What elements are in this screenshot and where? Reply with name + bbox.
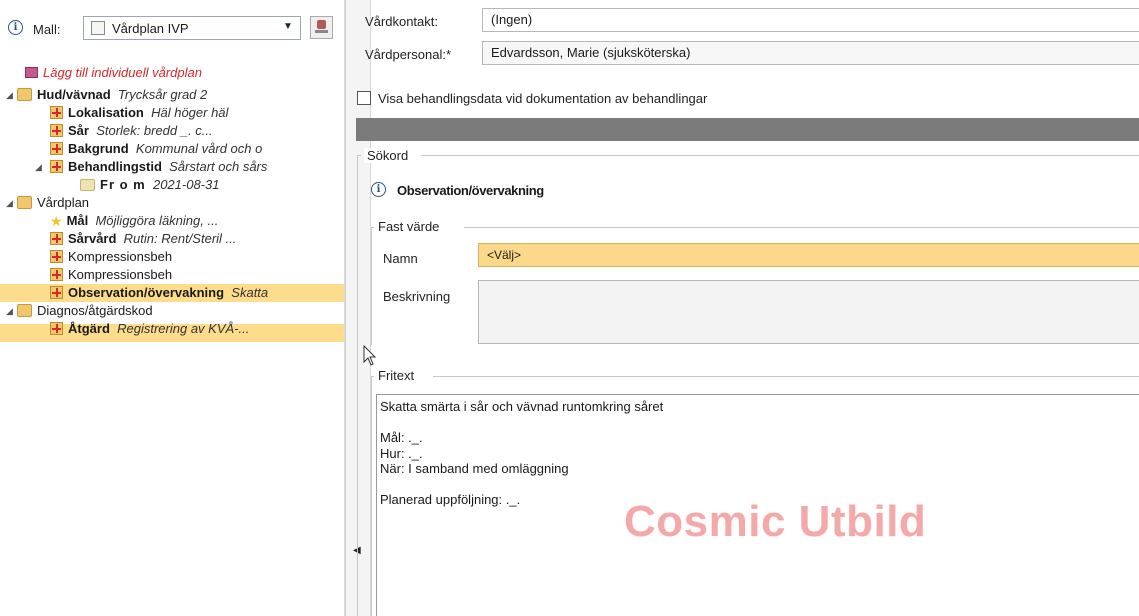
care-item-icon — [50, 124, 63, 137]
expander-icon[interactable]: ◢ — [6, 198, 13, 209]
date-icon — [80, 179, 95, 191]
care-item-icon — [50, 250, 63, 263]
right-panel: Vårdkontakt: (Ingen) Vårdpersonal:* Edva… — [356, 0, 1139, 616]
fritext-line: Hur: ._. — [380, 445, 423, 461]
section-title: Observation/övervakning — [397, 183, 544, 198]
vardpersonal-label: Vårdpersonal:* — [365, 47, 451, 62]
folder-icon — [17, 196, 32, 209]
chevron-down-icon[interactable]: ▼ — [283, 21, 293, 32]
tree-item-vardplan[interactable]: Vårdplan — [17, 194, 89, 212]
dark-header-bar — [356, 118, 1139, 141]
info-icon[interactable]: i — [8, 20, 23, 35]
tree-item-sarvard[interactable]: Sårvård Rutin: Rent/Steril ... — [50, 230, 236, 248]
mall-label: Mall: — [33, 22, 61, 37]
care-item-icon — [50, 106, 63, 119]
fritext-line — [380, 415, 1136, 431]
star-icon: ★ — [50, 213, 63, 229]
vardpersonal-field[interactable]: Edvardsson, Marie (sjuksköterska) — [482, 41, 1139, 65]
template-icon — [91, 21, 105, 35]
watermark-text: Cosmic Utbild — [624, 497, 927, 546]
mall-combobox[interactable]: Vårdplan IVP ▼ — [83, 16, 301, 40]
mall-value: Vårdplan IVP — [112, 21, 189, 36]
tree-item-mal[interactable]: ★ Mål Möjliggöra läkning, ... — [50, 212, 218, 230]
tree-item-hud[interactable]: Hud/vävnad Trycksår grad 2 — [17, 86, 207, 104]
fritext-line: Skatta smärta i sår och vävnad runtomkri… — [380, 399, 664, 414]
mouse-cursor-icon — [363, 345, 377, 366]
fritext-line — [380, 477, 1136, 493]
tree-item-sar[interactable]: Sår Storlek: bredd _. c... — [50, 122, 213, 140]
tree-item-kompression-1[interactable]: Kompressionsbeh — [50, 248, 172, 266]
care-item-icon — [50, 286, 63, 299]
add-plan-icon — [25, 67, 38, 78]
fritext-line: När: I samband med omläggning — [380, 461, 569, 476]
tree-item-atgard[interactable]: Åtgärd Registrering av KVÅ-... — [50, 320, 249, 338]
care-item-icon — [50, 142, 63, 155]
fritext-line: Mål: ._. — [380, 430, 423, 445]
care-item-icon — [50, 232, 63, 245]
vardkontakt-label: Vårdkontakt: — [365, 14, 438, 29]
tree-item-diagnos[interactable]: Diagnos/åtgärdskod — [17, 302, 153, 320]
tree-item-bakgrund[interactable]: Bakgrund Kommunal vård och o — [50, 140, 262, 158]
tree-item-observation[interactable]: Observation/övervakning Skatta — [0, 284, 344, 302]
left-panel: i Mall: Vårdplan IVP ▼ Lägg till individ… — [0, 0, 344, 616]
tree-item-behandlingstid[interactable]: Behandlingstid Sårstart och sårs — [50, 158, 267, 176]
show-treatment-data-checkbox[interactable] — [357, 91, 371, 105]
add-plan-link[interactable]: Lägg till individuell vårdplan — [25, 64, 202, 82]
tree-item-kompression-2[interactable]: Kompressionsbeh — [50, 266, 172, 284]
beskrivning-label: Beskrivning — [383, 289, 451, 304]
tree-item-lokalisation[interactable]: Lokalisation Häl höger häl — [50, 104, 228, 122]
care-item-icon — [50, 268, 63, 281]
stamp-button[interactable] — [310, 16, 333, 39]
info-icon[interactable]: i — [371, 182, 386, 197]
care-item-icon — [50, 322, 63, 335]
vardkontakt-field[interactable]: (Ingen) — [482, 8, 1139, 32]
care-item-icon — [50, 160, 63, 173]
expander-icon[interactable]: ◢ — [6, 90, 13, 101]
beskrivning-field[interactable] — [478, 280, 1139, 344]
expander-icon[interactable]: ◢ — [35, 162, 42, 173]
show-treatment-data-label: Visa behandlingsdata vid dokumentation a… — [378, 91, 708, 106]
namn-label: Namn — [383, 251, 418, 266]
care-plan-tree: Lägg till individuell vårdplan ◢ Hud/väv… — [0, 60, 344, 420]
folder-icon — [17, 304, 32, 317]
expander-icon[interactable]: ◢ — [6, 306, 13, 317]
stamp-icon — [317, 20, 326, 29]
folder-icon — [17, 88, 32, 101]
fast-varde-label: Fast värde — [376, 219, 442, 234]
fritext-label: Fritext — [376, 368, 417, 383]
tree-item-from[interactable]: Fr o m 2021-08-31 — [80, 176, 219, 194]
sokord-label: Sökord — [364, 148, 412, 163]
namn-select[interactable]: <Välj> — [478, 243, 1139, 267]
